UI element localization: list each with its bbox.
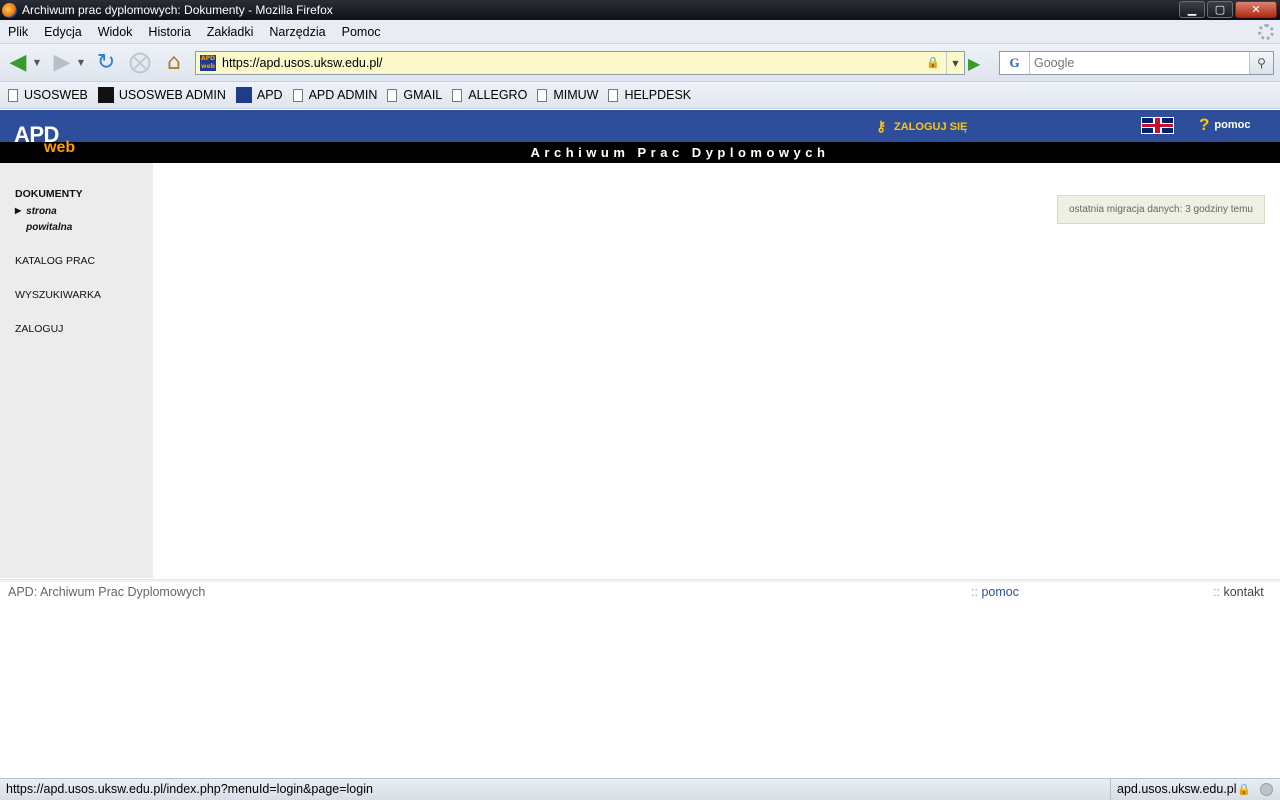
sidebar-item-katalog-prac[interactable]: KATALOG PRAC	[15, 255, 95, 267]
footer-divider	[0, 579, 1280, 582]
apd-banner: Archiwum Prac Dyplomowych	[0, 142, 1280, 163]
stop-icon[interactable]: ⨂	[126, 49, 154, 77]
statusbar: https://apd.usos.uksw.edu.pl/index.php?m…	[0, 778, 1280, 800]
search-bar[interactable]: G ⚲	[999, 51, 1274, 75]
sidebar-section-dokumenty[interactable]: DOKUMENTY	[15, 188, 83, 200]
footer-title: APD: Archiwum Prac Dyplomowych	[8, 585, 206, 599]
back-arrow-icon[interactable]: ◀	[4, 49, 32, 77]
help-link[interactable]: ? pomoc	[1199, 115, 1251, 134]
sidebar-item-zaloguj[interactable]: ZALOGUJ	[15, 323, 63, 335]
status-addon-icon[interactable]	[1260, 783, 1273, 796]
sidebar-item-strona-powitalna[interactable]: ▶ strona powitalna	[15, 204, 86, 236]
migration-note: ostatnia migracja danych: 3 godziny temu	[1057, 195, 1265, 224]
page-content: APD ⚷ ZALOGUJ SIĘ ? pomoc Archiwum Prac …	[0, 110, 1280, 778]
maximize-button[interactable]: ▢	[1207, 1, 1233, 18]
page-icon	[452, 88, 463, 102]
status-host[interactable]: apd.usos.uksw.edu.pl	[1110, 779, 1280, 800]
firefox-icon	[2, 2, 17, 18]
minimize-button[interactable]: ▁	[1179, 1, 1205, 18]
status-link-text: https://apd.usos.uksw.edu.pl/index.php?m…	[6, 782, 373, 796]
usos-icon	[97, 87, 114, 103]
english-flag-icon[interactable]	[1141, 117, 1174, 134]
bookmark-mimuw[interactable]: MIMUW	[537, 88, 598, 102]
key-icon: ⚷	[876, 118, 887, 134]
page-icon	[8, 88, 18, 102]
page-icon	[608, 88, 619, 102]
help-label: pomoc	[1214, 119, 1251, 131]
footer-contact-link[interactable]: :: kontakt	[1213, 585, 1264, 599]
home-icon[interactable]: ⌂	[160, 49, 188, 77]
apd-icon	[235, 87, 252, 103]
close-button[interactable]: ✕	[1235, 1, 1277, 18]
navigation-toolbar: ◀ ▼ ▶ ▼ ↻ ⨂ ⌂ APD web 🔒 ▼ ▶ G ⚲	[0, 44, 1280, 82]
bookmark-gmail[interactable]: GMAIL	[387, 88, 442, 102]
window-controls: ▁ ▢ ✕	[1179, 1, 1277, 18]
footer-help-link[interactable]: :: pomoc	[971, 585, 1019, 599]
lock-icon[interactable]: 🔒	[926, 56, 940, 69]
current-item-arrow-icon: ▶	[15, 206, 22, 215]
go-arrow-icon[interactable]: ▶	[968, 54, 980, 73]
forward-arrow-icon[interactable]: ▶	[48, 49, 76, 77]
bookmark-apd[interactable]: APD	[235, 87, 283, 103]
menu-pomoc[interactable]: Pomoc	[342, 25, 381, 39]
reload-icon[interactable]: ↻	[92, 49, 120, 77]
question-mark-icon: ?	[1199, 115, 1210, 134]
bookmark-helpdesk[interactable]: HELPDESK	[608, 88, 691, 102]
menubar: Plik Edycja Widok Historia Zakładki Narz…	[0, 20, 1280, 44]
page-icon	[387, 88, 398, 102]
bookmark-apd-admin[interactable]: APD ADMIN	[292, 88, 377, 102]
window-title: Archiwum prac dyplomowych: Dokumenty - M…	[22, 3, 333, 17]
search-input[interactable]	[1034, 56, 1244, 70]
menu-narzedzia[interactable]: Narzędzia	[269, 25, 325, 39]
url-input[interactable]	[222, 56, 922, 70]
page-icon	[537, 88, 548, 102]
forward-history-dropdown-icon[interactable]: ▼	[76, 58, 86, 67]
bookmark-usosweb-admin[interactable]: USOSWEB ADMIN	[97, 87, 226, 103]
bookmarks-toolbar: USOSWEB USOSWEB ADMIN APD APD ADMIN GMAI…	[0, 82, 1280, 109]
menu-plik[interactable]: Plik	[8, 25, 28, 39]
apd-header: APD ⚷ ZALOGUJ SIĘ ? pomoc	[0, 110, 1280, 147]
status-lock-icon[interactable]: 🔒	[1237, 783, 1251, 796]
menu-zakladki[interactable]: Zakładki	[207, 25, 254, 39]
page-icon	[292, 88, 303, 102]
throbber-icon	[1258, 24, 1274, 40]
window-titlebar: Archiwum prac dyplomowych: Dokumenty - M…	[0, 0, 1280, 20]
apd-logo-web[interactable]: web	[44, 139, 75, 157]
search-engine-icon[interactable]: G	[1000, 52, 1030, 74]
menu-edycja[interactable]: Edycja	[44, 25, 82, 39]
back-history-dropdown-icon[interactable]: ▼	[32, 58, 42, 67]
menu-widok[interactable]: Widok	[98, 25, 133, 39]
site-favicon-icon: APD web	[200, 55, 216, 71]
url-bar[interactable]: APD web 🔒 ▼	[195, 51, 965, 75]
menu-historia[interactable]: Historia	[148, 25, 190, 39]
login-label: ZALOGUJ SIĘ	[894, 121, 968, 133]
sidebar: DOKUMENTY ▶ strona powitalna KATALOG PRA…	[0, 163, 153, 578]
url-history-dropdown-icon[interactable]: ▼	[946, 52, 964, 74]
banner-title: Archiwum Prac Dyplomowych	[530, 145, 830, 160]
search-magnifier-icon[interactable]: ⚲	[1249, 52, 1273, 74]
login-link[interactable]: ⚷ ZALOGUJ SIĘ	[876, 119, 967, 135]
bookmark-usosweb[interactable]: USOSWEB	[8, 88, 88, 102]
bookmark-allegro[interactable]: ALLEGRO	[452, 88, 527, 102]
sidebar-item-wyszukiwarka[interactable]: WYSZUKIWARKA	[15, 289, 101, 301]
